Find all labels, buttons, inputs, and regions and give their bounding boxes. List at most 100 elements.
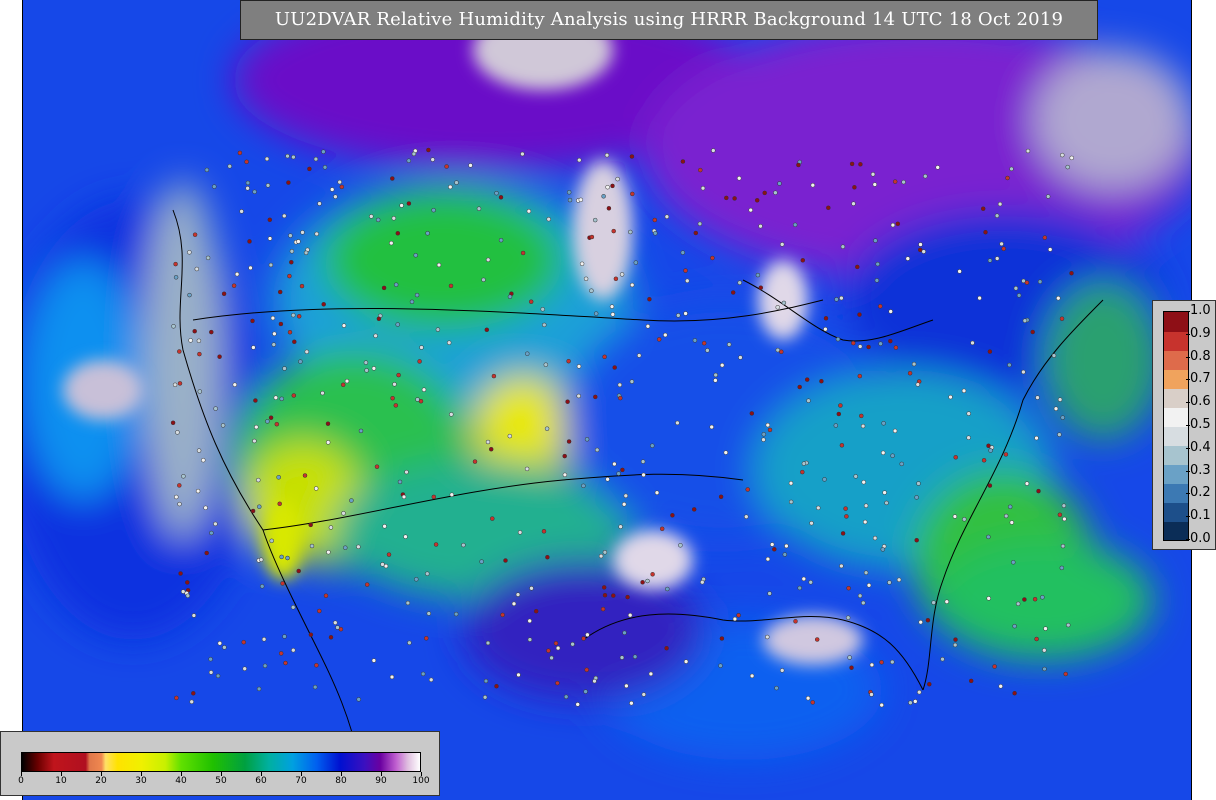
observation-station-marker [204, 167, 210, 173]
observation-station-marker [195, 488, 201, 494]
observation-station-marker [472, 459, 478, 464]
observation-station-marker [578, 197, 584, 203]
observation-station-marker [808, 580, 813, 585]
observation-station-marker [851, 340, 856, 346]
observation-station-marker [758, 223, 763, 229]
observation-station-marker [1005, 175, 1010, 181]
humidity-colorbar-tick: 100 [406, 772, 436, 786]
observation-station-marker [481, 277, 486, 283]
observation-station-marker [620, 467, 625, 473]
observation-station-marker [881, 421, 886, 426]
observation-station-marker [915, 382, 921, 387]
observation-station-marker [849, 665, 854, 670]
observation-station-marker [172, 382, 178, 388]
observation-station-marker [711, 148, 716, 153]
observation-station-marker [719, 636, 725, 641]
observation-station-marker [185, 593, 191, 598]
observation-station-marker [485, 439, 491, 445]
observation-station-marker [884, 500, 889, 506]
observation-station-marker [914, 537, 919, 543]
observation-station-marker [356, 697, 361, 702]
observation-station-marker [907, 370, 913, 376]
observation-station-marker [250, 508, 256, 514]
observation-station-marker [1057, 512, 1063, 518]
observation-station-marker [823, 326, 828, 332]
observation-station-marker [630, 191, 635, 197]
observation-station-marker [925, 617, 931, 623]
observation-station-marker [1040, 595, 1045, 600]
observation-station-marker [265, 419, 270, 424]
observation-station-marker [987, 258, 993, 263]
observation-legend-tick: 0.0 [1186, 531, 1211, 546]
observation-station-marker [444, 164, 449, 169]
observation-station-marker [303, 250, 309, 256]
observation-station-marker [503, 558, 508, 563]
observation-station-marker [448, 184, 453, 190]
observation-station-marker [880, 547, 886, 552]
humidity-colorbar-tick: 0 [6, 772, 36, 786]
observation-station-marker [177, 381, 183, 386]
observation-station-marker [213, 521, 218, 527]
observation-station-marker [287, 329, 293, 335]
observation-station-marker [921, 249, 926, 254]
observation-station-marker [814, 637, 820, 642]
observation-station-marker [173, 261, 178, 267]
observation-station-marker [575, 702, 580, 707]
observation-station-marker [276, 475, 281, 480]
observation-station-marker [323, 593, 329, 598]
observation-station-marker [221, 291, 227, 297]
observation-station-marker [1024, 481, 1030, 486]
observation-station-marker [1047, 247, 1053, 252]
observation-station-marker [602, 592, 608, 598]
observation-station-marker [188, 338, 193, 343]
observation-station-marker [1012, 623, 1017, 629]
observation-station-marker [632, 654, 638, 659]
observation-station-marker [605, 184, 610, 190]
observation-station-marker [836, 411, 842, 417]
observation-station-marker [209, 329, 214, 335]
observation-station-marker [414, 292, 420, 298]
observation-station-marker [288, 233, 293, 238]
observation-station-marker [461, 542, 466, 548]
observation-station-marker [289, 259, 294, 265]
observation-station-marker [861, 479, 866, 485]
observation-station-marker [636, 353, 642, 358]
observation-station-marker [482, 695, 488, 700]
observation-station-marker [908, 700, 913, 705]
observation-station-marker [282, 213, 287, 219]
observation-station-marker [892, 179, 898, 184]
observation-station-marker [654, 490, 660, 495]
observation-colorbar-segment [1164, 464, 1188, 484]
observation-station-marker [546, 648, 551, 653]
observation-station-marker [683, 311, 688, 316]
observation-station-marker [1042, 235, 1048, 240]
observation-station-marker [217, 641, 223, 646]
observation-station-marker [857, 593, 863, 599]
observation-station-marker [957, 269, 962, 274]
observation-station-marker [765, 556, 771, 562]
observation-station-marker [371, 366, 377, 371]
observation-station-marker [592, 217, 598, 223]
observation-station-marker [259, 584, 265, 589]
observation-station-marker [609, 304, 615, 309]
observation-station-marker [761, 432, 767, 437]
observation-station-marker [364, 582, 370, 587]
observation-station-marker [325, 421, 331, 426]
observation-station-marker [435, 327, 441, 332]
observation-station-marker [405, 600, 411, 606]
observation-station-marker [533, 608, 539, 614]
observation-station-marker [693, 230, 699, 236]
observation-station-marker [308, 522, 313, 528]
observation-station-marker [953, 637, 958, 642]
observation-station-marker [304, 349, 310, 355]
observation-station-marker [585, 632, 590, 638]
observation-station-marker [321, 302, 326, 307]
observation-station-marker [1022, 597, 1027, 602]
observation-station-marker [724, 195, 729, 201]
observation-station-marker [1034, 435, 1039, 441]
observation-station-marker [192, 328, 197, 334]
observation-station-marker [800, 469, 805, 475]
observation-station-marker [498, 237, 504, 243]
observation-station-marker [994, 256, 1000, 261]
observation-station-marker [773, 190, 778, 195]
